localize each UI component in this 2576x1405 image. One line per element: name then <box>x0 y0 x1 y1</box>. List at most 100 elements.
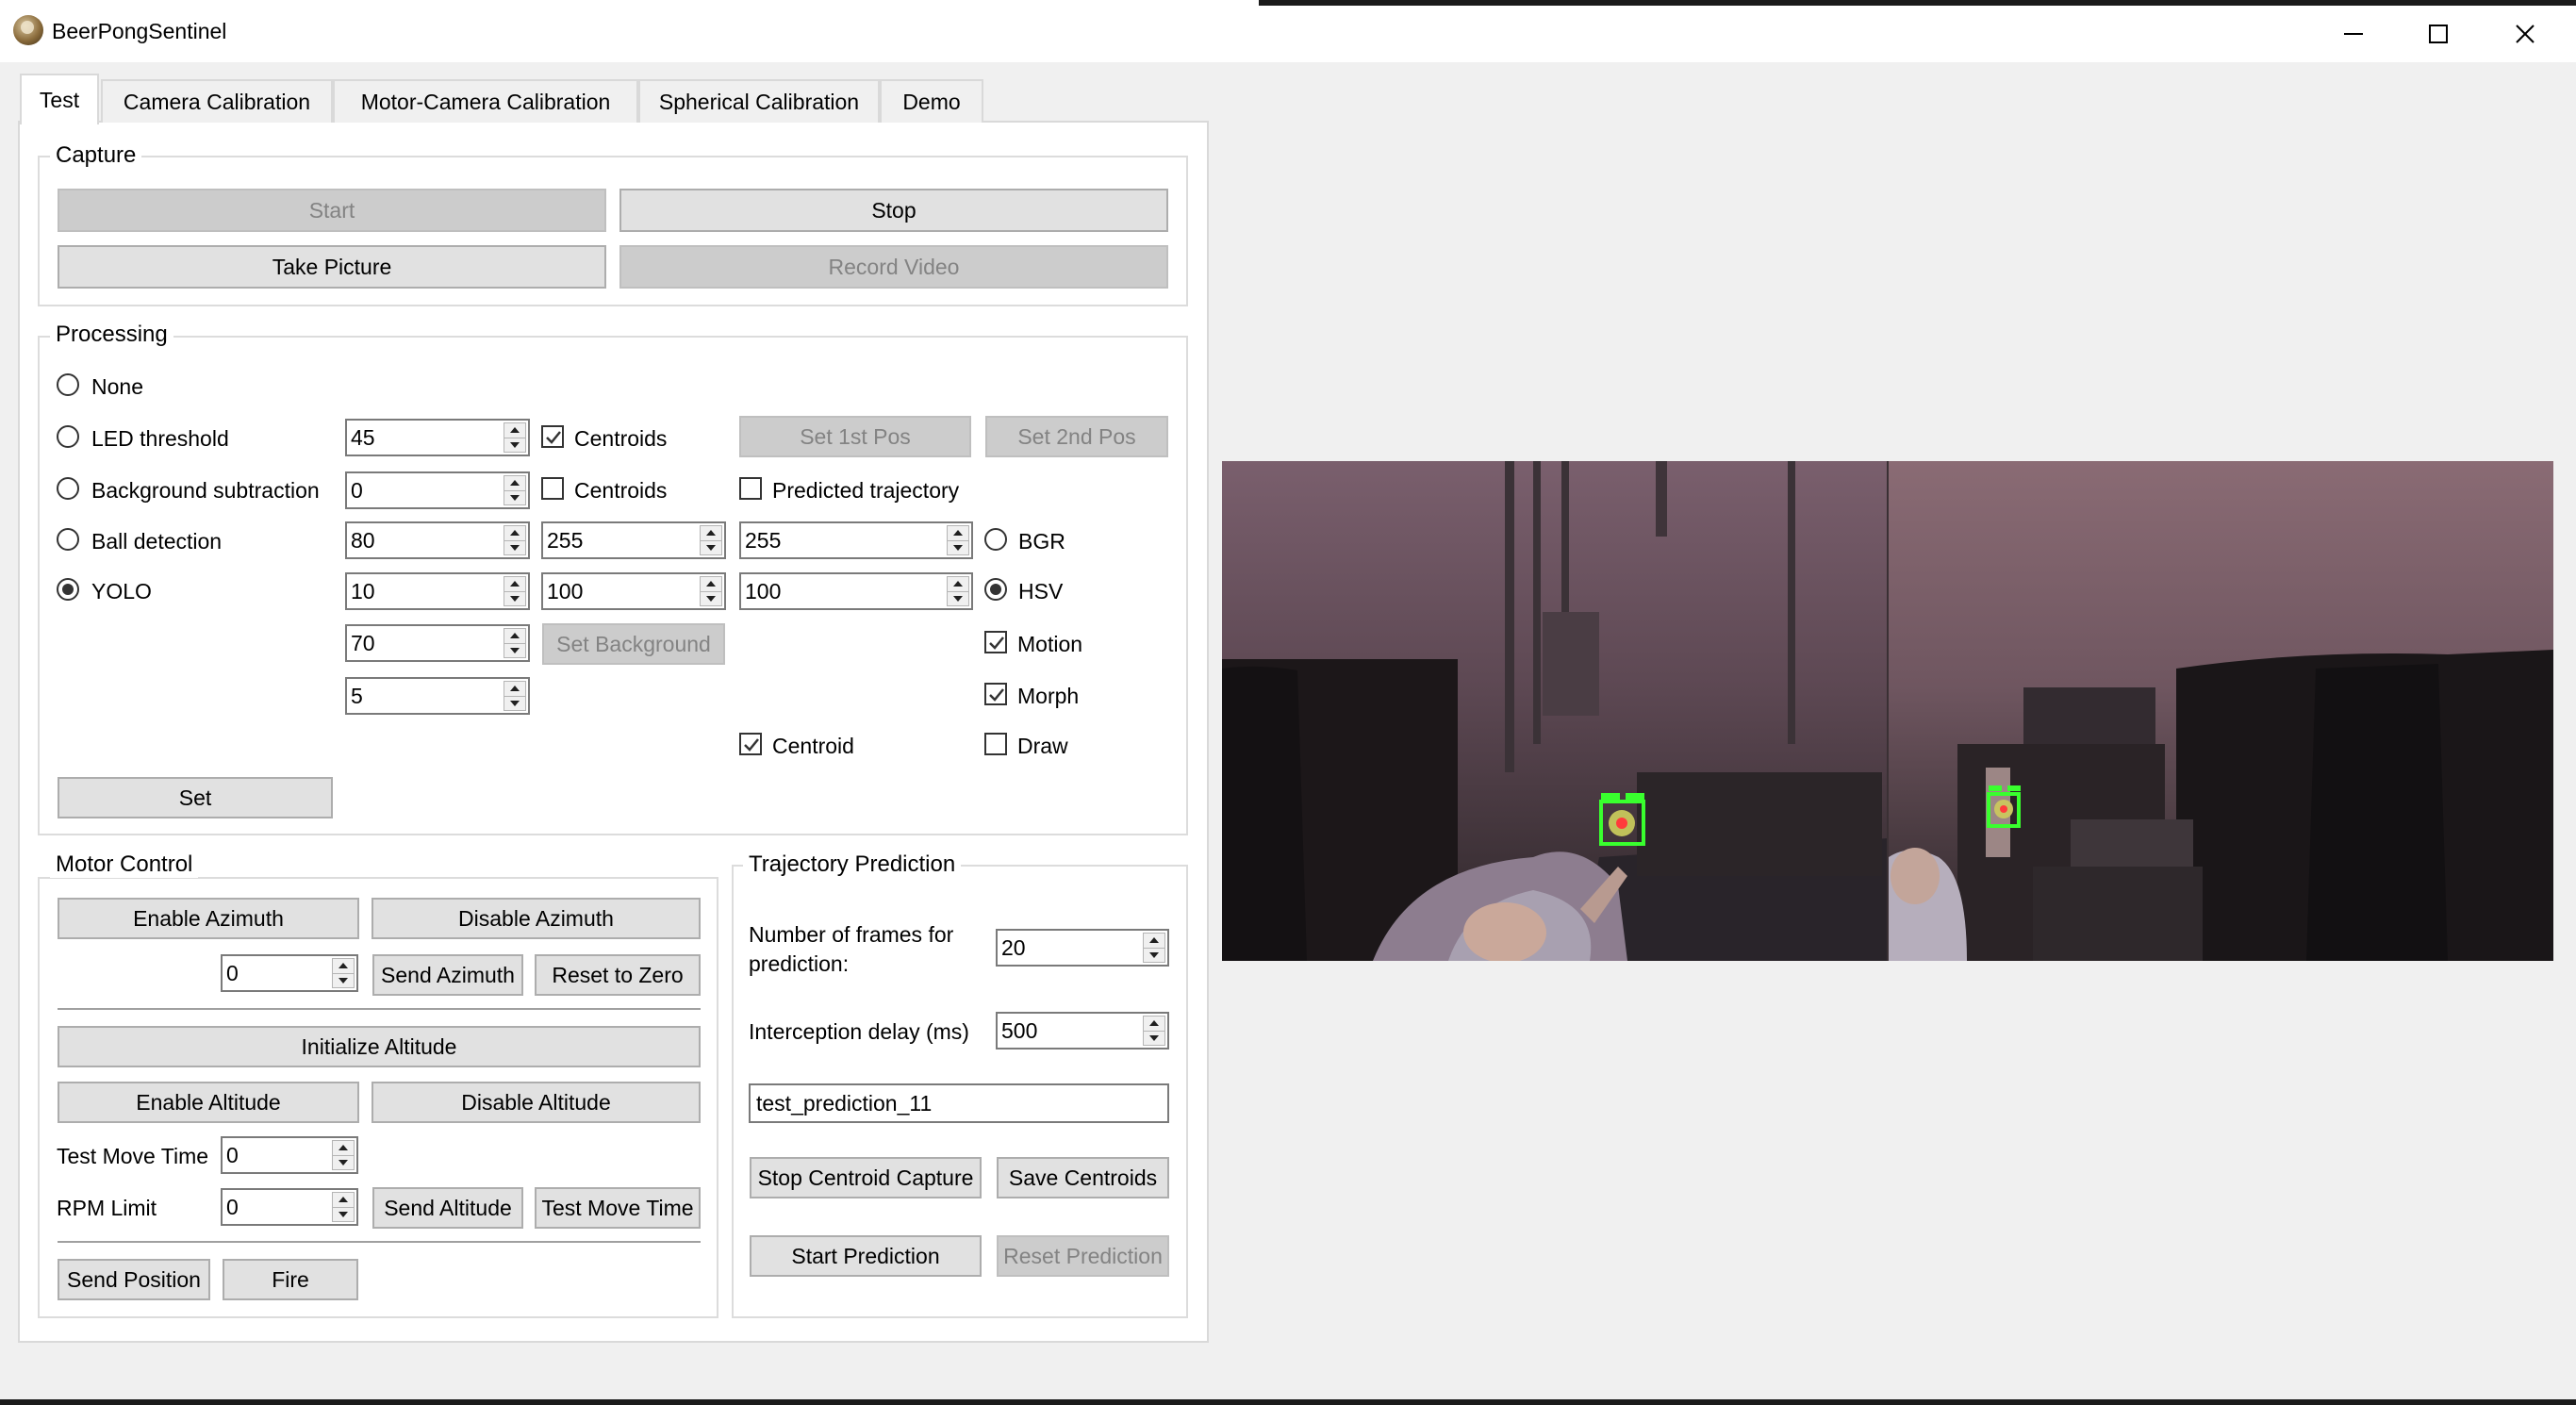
bg-centroids-checkbox[interactable] <box>541 477 564 500</box>
radio-hsv[interactable] <box>984 578 1007 601</box>
fire-button[interactable]: Fire <box>223 1259 358 1300</box>
spin-down-arrow[interactable] <box>700 540 722 555</box>
send-position-button[interactable]: Send Position <box>58 1259 210 1300</box>
ball-detection-spinbox-3[interactable]: 255 <box>739 521 973 559</box>
spin-down-arrow[interactable] <box>504 591 526 606</box>
close-button[interactable] <box>2484 6 2567 62</box>
radio-background-subtraction[interactable] <box>57 477 79 500</box>
spin-up-arrow[interactable] <box>1143 1016 1165 1032</box>
frames-spinbox[interactable]: 20 <box>996 929 1169 967</box>
test-move-time-button[interactable]: Test Move Time <box>535 1187 701 1229</box>
enable-altitude-button[interactable]: Enable Altitude <box>58 1082 359 1123</box>
title-bar[interactable] <box>0 6 2576 62</box>
spin-up-arrow[interactable] <box>947 576 969 592</box>
morph-checkbox[interactable] <box>984 683 1007 705</box>
set-background-button[interactable]: Set Background <box>542 623 725 665</box>
enable-azimuth-button[interactable]: Enable Azimuth <box>58 898 359 939</box>
test-move-time-spinbox[interactable]: 0 <box>221 1136 358 1174</box>
yolo-spinbox-1[interactable]: 10 <box>345 572 530 610</box>
app-icon <box>13 15 43 45</box>
reset-to-zero-button[interactable]: Reset to Zero <box>535 954 701 996</box>
radio-bgr[interactable] <box>984 528 1007 551</box>
spin-up-arrow[interactable] <box>332 958 355 974</box>
ball-detection-spinbox-1[interactable]: 80 <box>345 521 530 559</box>
minimize-button[interactable] <box>2312 6 2395 62</box>
ball-detection-spinbox-2[interactable]: 255 <box>541 521 726 559</box>
spin-down-arrow[interactable] <box>504 438 526 453</box>
record-video-button[interactable]: Record Video <box>619 245 1168 289</box>
azimuth-spinbox[interactable]: 0 <box>221 954 358 992</box>
maximize-button[interactable] <box>2397 6 2480 62</box>
start-prediction-button[interactable]: Start Prediction <box>750 1235 982 1277</box>
yolo-spinbox-3[interactable]: 100 <box>739 572 973 610</box>
spin-up-arrow[interactable] <box>700 576 722 592</box>
checkmark-icon <box>989 688 1004 702</box>
spin-down-arrow[interactable] <box>947 540 969 555</box>
centroid-label: Centroid <box>772 734 854 758</box>
spin-up-arrow[interactable] <box>1143 933 1165 949</box>
spin-down-arrow[interactable] <box>332 973 355 988</box>
value-5-spinbox[interactable]: 5 <box>345 677 530 715</box>
centroid-checkbox[interactable] <box>739 733 762 755</box>
spin-up-arrow[interactable] <box>947 525 969 541</box>
predicted-trajectory-checkbox[interactable] <box>739 477 762 500</box>
tab-demo[interactable]: Demo <box>880 79 983 123</box>
interception-delay-spinbox[interactable]: 500 <box>996 1012 1169 1050</box>
rpm-limit-spinbox[interactable]: 0 <box>221 1188 358 1226</box>
spin-up-arrow[interactable] <box>504 525 526 541</box>
motion-checkbox[interactable] <box>984 631 1007 653</box>
motor-control-group-title: Motor Control <box>50 851 199 878</box>
checkmark-icon <box>989 636 1004 650</box>
spin-down-arrow[interactable] <box>700 591 722 606</box>
tab-test[interactable]: Test <box>20 74 99 124</box>
radio-led-threshold-label: LED threshold <box>91 426 229 451</box>
spin-up-arrow[interactable] <box>332 1140 355 1156</box>
start-button[interactable]: Start <box>58 189 606 232</box>
tab-camera-calibration[interactable]: Camera Calibration <box>101 79 333 123</box>
spin-down-arrow[interactable] <box>504 490 526 505</box>
spin-down-arrow[interactable] <box>1143 1031 1165 1046</box>
stop-centroid-capture-button[interactable]: Stop Centroid Capture <box>750 1157 982 1198</box>
spin-down-arrow[interactable] <box>332 1155 355 1170</box>
spin-down-arrow[interactable] <box>504 540 526 555</box>
tab-spherical-calibration[interactable]: Spherical Calibration <box>638 79 880 123</box>
spin-down-arrow[interactable] <box>504 643 526 658</box>
radio-none[interactable] <box>57 373 79 396</box>
spin-up-arrow[interactable] <box>504 576 526 592</box>
spin-up-arrow[interactable] <box>332 1192 355 1208</box>
spin-up-arrow[interactable] <box>504 628 526 644</box>
disable-altitude-button[interactable]: Disable Altitude <box>372 1082 701 1123</box>
set-2nd-pos-button[interactable]: Set 2nd Pos <box>985 416 1168 457</box>
spin-up-arrow[interactable] <box>504 681 526 697</box>
send-altitude-button[interactable]: Send Altitude <box>372 1187 523 1229</box>
set-button[interactable]: Set <box>58 777 333 818</box>
draw-checkbox[interactable] <box>984 733 1007 755</box>
radio-led-threshold[interactable] <box>57 425 79 448</box>
separator <box>58 1241 701 1243</box>
led-centroids-checkbox[interactable] <box>541 425 564 448</box>
value-70-spinbox[interactable]: 70 <box>345 624 530 662</box>
spin-down-arrow[interactable] <box>1143 948 1165 963</box>
tab-motor-camera-calibration[interactable]: Motor-Camera Calibration <box>333 79 638 123</box>
prediction-filename-input[interactable]: test_prediction_11 <box>749 1083 1169 1123</box>
reset-prediction-button[interactable]: Reset Prediction <box>997 1235 1169 1277</box>
disable-azimuth-button[interactable]: Disable Azimuth <box>372 898 701 939</box>
set-1st-pos-button[interactable]: Set 1st Pos <box>739 416 971 457</box>
spin-down-arrow[interactable] <box>947 591 969 606</box>
spin-up-arrow[interactable] <box>504 422 526 438</box>
yolo-spinbox-2[interactable]: 100 <box>541 572 726 610</box>
send-azimuth-button[interactable]: Send Azimuth <box>372 954 523 996</box>
led-threshold-spinbox[interactable]: 45 <box>345 419 530 456</box>
spin-down-arrow[interactable] <box>504 696 526 711</box>
background-subtraction-spinbox[interactable]: 0 <box>345 471 530 509</box>
save-centroids-button[interactable]: Save Centroids <box>997 1157 1169 1198</box>
take-picture-button[interactable]: Take Picture <box>58 245 606 289</box>
spin-up-arrow[interactable] <box>504 475 526 491</box>
spin-down-arrow[interactable] <box>332 1207 355 1222</box>
stop-button[interactable]: Stop <box>619 189 1168 232</box>
radio-yolo[interactable] <box>57 578 79 601</box>
initialize-altitude-button[interactable]: Initialize Altitude <box>58 1026 701 1067</box>
spin-up-arrow[interactable] <box>700 525 722 541</box>
radio-ball-detection[interactable] <box>57 528 79 551</box>
spinbox-value: 100 <box>547 578 584 603</box>
